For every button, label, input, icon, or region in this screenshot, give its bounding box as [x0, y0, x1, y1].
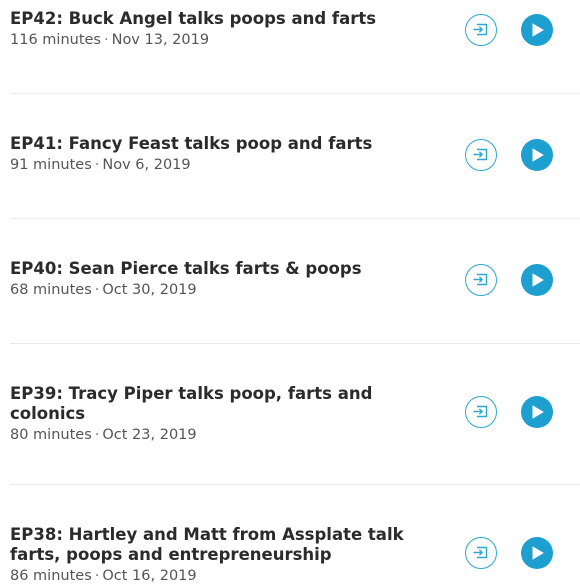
add-to-queue-button[interactable]: [465, 14, 497, 46]
episode-title[interactable]: EP39: Tracy Piper talks poop, farts and …: [10, 384, 380, 424]
meta-separator: ·: [94, 282, 100, 298]
episode-title[interactable]: EP40: Sean Pierce talks farts & poops: [10, 259, 430, 279]
meta-separator: ·: [94, 157, 100, 173]
add-to-queue-button[interactable]: [465, 264, 497, 296]
add-to-queue-icon: [473, 273, 488, 286]
play-icon: [532, 405, 544, 419]
add-to-queue-button[interactable]: [465, 139, 497, 171]
episode-duration: 80 minutes: [10, 427, 92, 443]
episode-date: Oct 30, 2019: [102, 282, 197, 298]
episode-title[interactable]: EP41: Fancy Feast talks poop and farts: [10, 134, 430, 154]
episode-date: Nov 6, 2019: [102, 157, 191, 173]
add-to-queue-icon: [473, 148, 488, 161]
divider: [10, 343, 580, 344]
play-icon: [532, 546, 544, 560]
meta-separator: ·: [103, 32, 109, 48]
play-button[interactable]: [521, 396, 553, 428]
play-icon: [532, 273, 544, 287]
play-button[interactable]: [521, 264, 553, 296]
play-button[interactable]: [521, 139, 553, 171]
play-button[interactable]: [521, 537, 553, 569]
divider: [10, 484, 580, 485]
add-to-queue-icon: [473, 23, 488, 36]
episode-duration: 86 minutes: [10, 568, 92, 584]
episode-duration: 91 minutes: [10, 157, 92, 173]
episode-date: Nov 13, 2019: [111, 32, 210, 48]
episode-date: Oct 23, 2019: [102, 427, 197, 443]
add-to-queue-button[interactable]: [465, 396, 497, 428]
add-to-queue-icon: [473, 546, 488, 559]
divider: [10, 93, 580, 94]
meta-separator: ·: [94, 427, 100, 443]
episode-date: Oct 16, 2019: [102, 568, 197, 584]
episode-title[interactable]: EP38: Hartley and Matt from Assplate tal…: [10, 525, 410, 565]
divider: [10, 218, 580, 219]
play-icon: [532, 148, 544, 162]
play-button[interactable]: [521, 14, 553, 46]
meta-separator: ·: [94, 568, 100, 584]
episode-meta: 86 minutes · Oct 16, 2019: [10, 567, 580, 585]
episode-duration: 68 minutes: [10, 282, 92, 298]
episode-duration: 116 minutes: [10, 32, 101, 48]
episode-meta: 80 minutes · Oct 23, 2019: [10, 426, 580, 444]
episode-title[interactable]: EP42: Buck Angel talks poops and farts: [10, 9, 430, 29]
add-to-queue-icon: [473, 405, 488, 418]
add-to-queue-button[interactable]: [465, 537, 497, 569]
play-icon: [532, 23, 544, 37]
